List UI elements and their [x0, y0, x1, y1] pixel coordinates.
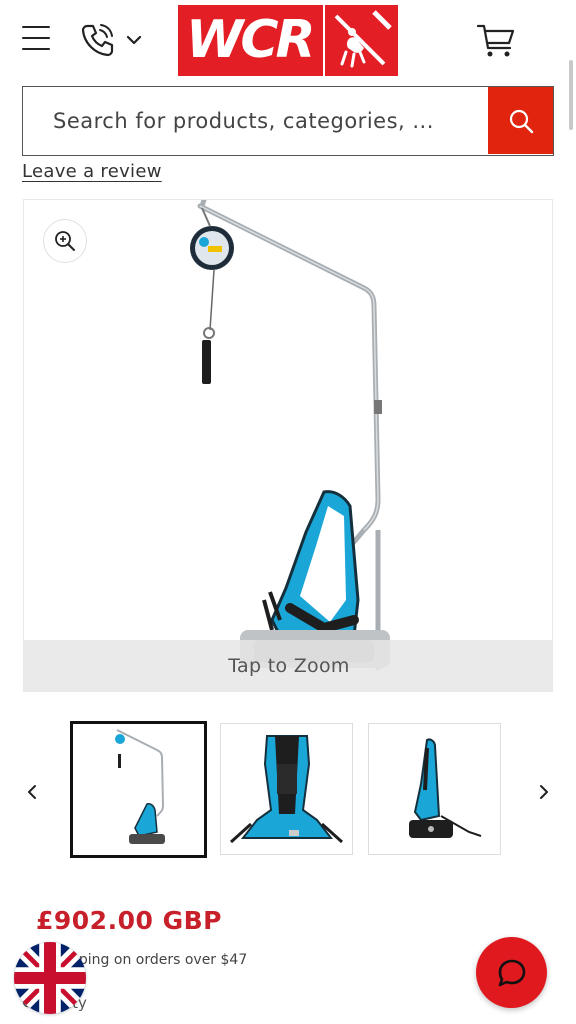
uk-flag-icon — [14, 942, 86, 1014]
site-header: WCR — [0, 0, 576, 84]
product-price: £902.00 GBP — [36, 906, 222, 935]
logo-text: WCR — [186, 10, 316, 70]
search-button[interactable] — [488, 87, 553, 154]
wcr-logo[interactable]: WCR — [178, 5, 398, 76]
logo-divider — [323, 5, 325, 76]
phone-dropdown-button[interactable] — [78, 20, 150, 60]
thumbnail-image — [409, 738, 482, 838]
search-input[interactable] — [23, 87, 488, 155]
product-photo — [190, 200, 390, 670]
thumbnail-carousel — [0, 720, 576, 860]
search-bar — [22, 86, 554, 156]
thumbnail-1[interactable] — [70, 721, 207, 858]
chat-button[interactable] — [476, 937, 547, 1008]
logo-cleaner-mark — [334, 10, 392, 68]
thumbnail-3[interactable] — [368, 723, 501, 855]
hamburger-line — [22, 37, 50, 39]
chevron-down-icon — [126, 35, 142, 45]
shipping-note: pping on orders over $47 — [70, 952, 248, 968]
hamburger-menu-button[interactable] — [22, 26, 50, 54]
cart-button[interactable] — [474, 20, 518, 60]
chevron-left-icon[interactable] — [22, 782, 42, 802]
zoom-button[interactable] — [43, 219, 87, 263]
main-product-image[interactable]: Tap to Zoom — [23, 199, 553, 692]
hamburger-line — [22, 26, 50, 28]
thumbnail-image — [115, 729, 165, 844]
tap-to-zoom-banner[interactable]: Tap to Zoom — [24, 640, 552, 691]
thumbnail-2[interactable] — [220, 723, 353, 855]
page-scrollbar[interactable] — [569, 60, 573, 130]
chevron-right-icon[interactable] — [534, 782, 554, 802]
search-icon — [509, 109, 533, 133]
thumbnail-image — [229, 735, 344, 844]
hamburger-line — [22, 48, 50, 50]
leave-review-link[interactable]: Leave a review — [22, 161, 162, 182]
zoom-in-icon — [55, 231, 75, 251]
phone-icon — [81, 24, 114, 57]
country-selector-button[interactable] — [14, 942, 86, 1014]
cart-icon — [476, 24, 515, 57]
chat-bubble-icon — [498, 959, 525, 986]
